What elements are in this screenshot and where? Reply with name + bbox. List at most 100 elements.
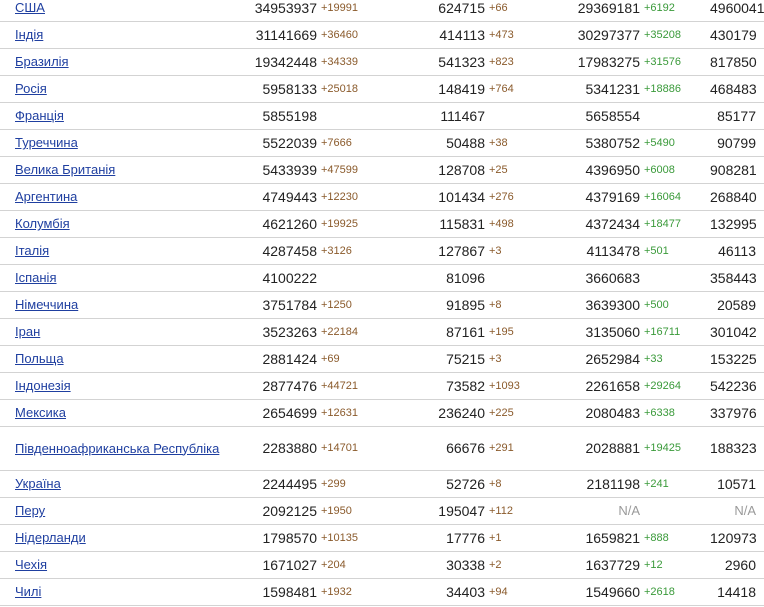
new-deaths: +1093 bbox=[489, 379, 520, 392]
new-deaths: +276 bbox=[489, 190, 514, 203]
new-recovered: +18886 bbox=[644, 82, 682, 95]
country-link[interactable]: Індія bbox=[15, 27, 43, 42]
country-link[interactable]: Німеччина bbox=[15, 297, 78, 312]
country-link[interactable]: Аргентина bbox=[15, 189, 77, 204]
active-cell: 20589 bbox=[710, 291, 764, 319]
country-cell: Італія bbox=[0, 237, 245, 265]
new-recovered: +241 bbox=[644, 477, 669, 490]
new-recovered: +500 bbox=[644, 298, 669, 311]
total-cases: 2881424 bbox=[262, 350, 317, 367]
total-recovered: 5380752 bbox=[585, 134, 640, 151]
active-cell: 301042 bbox=[710, 318, 764, 346]
cases-cell: 4621260 +19925 bbox=[245, 210, 410, 238]
country-link[interactable]: Перу bbox=[15, 503, 45, 518]
country-link[interactable]: Росія bbox=[15, 81, 47, 96]
new-recovered: +31576 bbox=[644, 55, 682, 68]
cases-cell: 2092125 +1950 bbox=[245, 497, 410, 525]
new-recovered: +35208 bbox=[644, 28, 682, 41]
total-recovered: 4396950 bbox=[585, 161, 640, 178]
country-link[interactable]: Польща bbox=[15, 351, 64, 366]
total-cases: 4621260 bbox=[262, 215, 317, 232]
country-link[interactable]: Бразилія bbox=[15, 54, 69, 69]
table-row: Туреччина 5522039 +7666 50488 +38 5380752 +549… bbox=[0, 129, 764, 157]
cases-cell: 3751784 +1250 bbox=[245, 291, 410, 319]
deaths-cell: 115831 +498 bbox=[410, 210, 555, 238]
cases-cell: 1798570 +10135 bbox=[245, 524, 410, 552]
table-row: Мексика 2654699 +12631 236240 +225 2080483 +63… bbox=[0, 399, 764, 427]
new-cases: +14701 bbox=[321, 442, 359, 455]
active-cases: 188323 bbox=[710, 440, 757, 457]
country-link[interactable]: Велика Британія bbox=[15, 162, 115, 177]
total-deaths: 34403 bbox=[446, 583, 485, 600]
country-cell: Польща bbox=[0, 345, 245, 373]
recovered-cell: 3639300 +500 bbox=[555, 291, 710, 319]
country-link[interactable]: Південноафриканська Республіка bbox=[15, 441, 219, 456]
cases-cell: 2283880 +14701 bbox=[245, 426, 410, 471]
country-link[interactable]: Туреччина bbox=[15, 135, 78, 150]
active-cell: 337976 bbox=[710, 399, 764, 427]
country-link[interactable]: Україна bbox=[15, 476, 61, 491]
cases-cell: 4100222 bbox=[245, 264, 410, 292]
total-recovered: N/A bbox=[618, 503, 640, 519]
country-link[interactable]: Індонезія bbox=[15, 378, 71, 393]
cases-cell: 3523263 +22184 bbox=[245, 318, 410, 346]
total-cases: 19342448 bbox=[254, 53, 317, 70]
cases-cell: 1598481 +1932 bbox=[245, 578, 410, 606]
deaths-cell: 30338 +2 bbox=[410, 551, 555, 579]
total-recovered: 2652984 bbox=[585, 350, 640, 367]
country-link[interactable]: Мексика bbox=[15, 405, 66, 420]
active-cases: 14418 bbox=[717, 583, 756, 600]
total-cases: 31141669 bbox=[255, 26, 317, 43]
country-cell: Франція bbox=[0, 102, 245, 130]
country-link[interactable]: Франція bbox=[15, 108, 64, 123]
cases-cell: 2881424 +69 bbox=[245, 345, 410, 373]
recovered-cell: 2181198 +241 bbox=[555, 470, 710, 498]
total-recovered: 1659821 bbox=[585, 529, 640, 546]
active-cell: 10571 bbox=[710, 470, 764, 498]
deaths-cell: 148419 +764 bbox=[410, 75, 555, 103]
total-cases: 5433939 bbox=[262, 161, 317, 178]
recovered-cell: 1659821 +888 bbox=[555, 524, 710, 552]
total-cases: 5522039 bbox=[262, 134, 317, 151]
table-row: Бразилія 19342448 +34339 541323 +823 17983275… bbox=[0, 48, 764, 76]
active-cases: 468483 bbox=[710, 80, 757, 97]
country-link[interactable]: Нідерланди bbox=[15, 530, 86, 545]
cases-cell: 5958133 +25018 bbox=[245, 75, 410, 103]
total-cases: 34953937 bbox=[254, 0, 317, 16]
table-row: Росія 5958133 +25018 148419 +764 5341231 +1888… bbox=[0, 75, 764, 103]
total-deaths: 414113 bbox=[439, 26, 485, 43]
new-cases: +1250 bbox=[321, 298, 352, 311]
deaths-cell: 66676 +291 bbox=[410, 426, 555, 471]
deaths-cell: 128708 +25 bbox=[410, 156, 555, 184]
deaths-cell: 236240 +225 bbox=[410, 399, 555, 427]
active-cases: 90799 bbox=[717, 134, 756, 151]
recovered-cell: 3660683 bbox=[555, 264, 710, 292]
total-cases: 1598481 bbox=[262, 583, 317, 600]
country-cell: Індонезія bbox=[0, 372, 245, 400]
country-link[interactable]: Чехія bbox=[15, 557, 47, 572]
active-cases: 46113 bbox=[718, 242, 756, 259]
total-recovered: 2261658 bbox=[585, 377, 640, 394]
total-recovered: 5341231 bbox=[585, 80, 640, 97]
active-cell: 14418 bbox=[710, 578, 764, 606]
recovered-cell: 29369181 +6192 bbox=[555, 0, 710, 22]
total-recovered: 1637729 bbox=[585, 556, 640, 573]
country-link[interactable]: Колумбія bbox=[15, 216, 70, 231]
country-link[interactable]: Іспанія bbox=[15, 270, 57, 285]
active-cell: 132995 bbox=[710, 210, 764, 238]
country-link[interactable]: США bbox=[15, 0, 45, 15]
table-row: Велика Британія 5433939 +47599 128708 +25 439… bbox=[0, 156, 764, 184]
country-link[interactable]: Італія bbox=[15, 243, 49, 258]
new-deaths: +25 bbox=[489, 163, 508, 176]
new-recovered: +12 bbox=[644, 558, 663, 571]
table-row: Франція 5855198 111467 5658554 85177 bbox=[0, 102, 764, 130]
country-link[interactable]: Іран bbox=[15, 324, 40, 339]
country-link[interactable]: Чилі bbox=[15, 584, 41, 599]
recovered-cell: 3135060 +16711 bbox=[555, 318, 710, 346]
total-recovered: 30297377 bbox=[577, 26, 640, 43]
active-cases: 301042 bbox=[710, 323, 757, 340]
total-recovered: 4113478 bbox=[586, 242, 640, 259]
new-recovered: +888 bbox=[644, 531, 669, 544]
total-recovered: 2080483 bbox=[585, 404, 640, 421]
new-deaths: +195 bbox=[489, 325, 514, 338]
